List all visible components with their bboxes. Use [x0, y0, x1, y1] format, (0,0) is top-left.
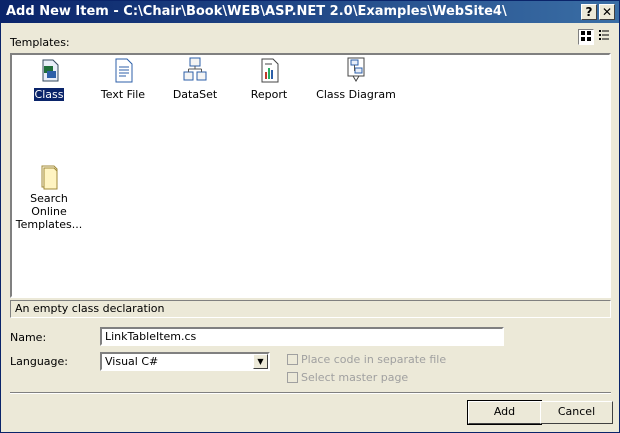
- master-page-label: Select master page: [301, 371, 409, 384]
- template-label-class-diagram: Class Diagram: [316, 88, 396, 101]
- template-label-search-online: Search Online Templates...: [15, 192, 83, 231]
- separate-file-label: Place code in separate file: [301, 353, 447, 366]
- large-icons-view-button[interactable]: [578, 29, 594, 45]
- template-label-text-file: Text File: [100, 88, 146, 101]
- chevron-down-icon[interactable]: ▼: [253, 354, 268, 369]
- class-diagram-icon: [347, 57, 365, 82]
- dataset-icon: [183, 57, 207, 81]
- add-new-item-dialog: Add New Item - C:\Chair\Book\WEB\ASP.NET…: [0, 0, 620, 433]
- text-file-icon: [115, 58, 133, 83]
- class-icon: [42, 59, 59, 82]
- template-item-class[interactable]: Class: [13, 57, 85, 102]
- large-icons-icon: [581, 31, 591, 41]
- template-label-report: Report: [250, 88, 288, 101]
- search-online-icon: [41, 165, 58, 190]
- templates-list[interactable]: Class Text File DataSet Report Class Dia…: [10, 53, 611, 298]
- cancel-button[interactable]: Cancel: [540, 401, 613, 424]
- language-select-value: Visual C#: [105, 355, 159, 368]
- name-input[interactable]: LinkTableItem.cs: [100, 327, 504, 346]
- template-item-report[interactable]: Report: [233, 57, 305, 102]
- small-icons-view-button[interactable]: [596, 29, 612, 45]
- master-page-checkbox[interactable]: [287, 372, 298, 383]
- template-item-dataset[interactable]: DataSet: [159, 57, 231, 102]
- template-item-text-file[interactable]: Text File: [87, 57, 159, 102]
- template-item-class-diagram[interactable]: Class Diagram: [305, 57, 407, 102]
- template-item-search-online[interactable]: Search Online Templates...: [12, 164, 86, 232]
- template-description: An empty class declaration: [10, 300, 611, 318]
- divider: [10, 392, 611, 394]
- separate-file-checkbox[interactable]: [287, 354, 298, 365]
- name-label: Name:: [10, 331, 47, 344]
- help-button[interactable]: ?: [581, 4, 597, 20]
- title-bar[interactable]: Add New Item - C:\Chair\Book\WEB\ASP.NET…: [1, 1, 619, 23]
- template-label-dataset: DataSet: [172, 88, 218, 101]
- language-label: Language:: [10, 355, 68, 368]
- help-icon: ?: [585, 5, 593, 19]
- window-title: Add New Item - C:\Chair\Book\WEB\ASP.NET…: [6, 4, 507, 19]
- close-icon: ✕: [601, 5, 613, 19]
- list-view-icon: [599, 30, 609, 40]
- language-select[interactable]: Visual C# ▼: [100, 352, 270, 371]
- close-button[interactable]: ✕: [599, 4, 615, 20]
- report-icon: [261, 58, 279, 83]
- add-button[interactable]: Add: [467, 400, 542, 425]
- template-label-class: Class: [32, 87, 66, 102]
- templates-label: Templates:: [10, 36, 70, 49]
